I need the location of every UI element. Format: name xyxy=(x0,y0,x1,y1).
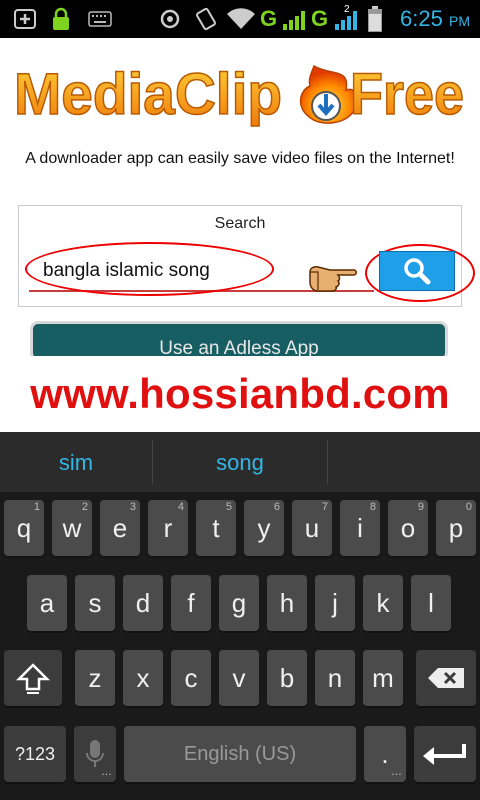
pointing-hand-icon xyxy=(309,266,357,292)
lock-icon xyxy=(53,7,69,30)
space-key[interactable]: English (US) xyxy=(124,726,356,782)
suggestion-2[interactable]: song xyxy=(153,450,327,476)
wifi-icon xyxy=(227,8,255,29)
key-l[interactable]: l xyxy=(411,575,451,631)
period-key[interactable]: . … xyxy=(364,726,406,782)
suggestion-1[interactable]: sim xyxy=(0,450,152,476)
soft-keyboard: sim song ?123 … English (US) . … 1 q 2 w… xyxy=(0,432,480,800)
enter-key[interactable] xyxy=(414,726,476,782)
network-type-2: G xyxy=(311,6,329,31)
clock: 6:25 PM xyxy=(400,6,470,31)
status-bar: G G 2 6:25 PM xyxy=(0,0,480,38)
backspace-icon xyxy=(428,668,464,688)
watermark-text: www.hossianbd.com xyxy=(30,370,450,417)
enter-icon xyxy=(423,744,466,765)
key-e[interactable]: 3e xyxy=(100,500,140,556)
key-n[interactable]: n xyxy=(315,650,355,706)
key-o[interactable]: 9o xyxy=(388,500,428,556)
key-b[interactable]: b xyxy=(267,650,307,706)
backspace-key[interactable] xyxy=(416,650,476,706)
app-content: MediaClip Free A downloader app can easi… xyxy=(0,38,480,361)
key-d[interactable]: d xyxy=(123,575,163,631)
key-u[interactable]: 7u xyxy=(292,500,332,556)
tagline: A downloader app can easily save video f… xyxy=(25,150,455,167)
signal-icon-2 xyxy=(335,11,357,30)
network-type-1: G xyxy=(260,6,278,31)
sync-icon xyxy=(160,9,180,29)
shift-icon xyxy=(16,663,50,694)
adless-app-button[interactable]: Use an Adless App xyxy=(30,321,448,361)
key-w[interactable]: 2w xyxy=(52,500,92,556)
svg-text:Free: Free xyxy=(350,62,464,127)
key-i[interactable]: 8i xyxy=(340,500,380,556)
key-g[interactable]: g xyxy=(219,575,259,631)
battery-icon xyxy=(368,6,382,32)
key-a[interactable]: a xyxy=(27,575,67,631)
search-button[interactable] xyxy=(379,251,455,291)
signal-icon xyxy=(283,11,305,30)
key-v[interactable]: v xyxy=(219,650,259,706)
key-c[interactable]: c xyxy=(171,650,211,706)
key-z[interactable]: z xyxy=(75,650,115,706)
key-m[interactable]: m xyxy=(363,650,403,706)
app-logo: MediaClip Free xyxy=(14,61,465,128)
key-f[interactable]: f xyxy=(171,575,211,631)
key-h[interactable]: h xyxy=(267,575,307,631)
key-s[interactable]: s xyxy=(75,575,115,631)
key-k[interactable]: k xyxy=(363,575,403,631)
vibrate-icon xyxy=(196,7,216,31)
key-y[interactable]: 6y xyxy=(244,500,284,556)
key-r[interactable]: 4r xyxy=(148,500,188,556)
watermark-band: www.hossianbd.com xyxy=(0,356,480,432)
key-q[interactable]: 1q xyxy=(4,500,44,556)
voice-input-key[interactable]: … xyxy=(74,726,116,782)
search-icon xyxy=(404,258,431,285)
search-title: Search xyxy=(214,215,266,232)
key-x[interactable]: x xyxy=(123,650,163,706)
symbols-key[interactable]: ?123 xyxy=(4,726,66,782)
key-p[interactable]: 0p xyxy=(436,500,476,556)
suggestion-divider xyxy=(327,440,328,484)
svg-text:MediaClip: MediaClip xyxy=(14,62,282,127)
shift-key[interactable] xyxy=(4,650,62,706)
add-icon xyxy=(14,9,36,29)
microphone-icon xyxy=(86,740,104,767)
key-t[interactable]: 5t xyxy=(196,500,236,556)
search-card: Search xyxy=(18,205,475,307)
key-j[interactable]: j xyxy=(315,575,355,631)
suggestion-bar: sim song xyxy=(0,432,480,492)
keyboard-icon xyxy=(88,11,112,27)
